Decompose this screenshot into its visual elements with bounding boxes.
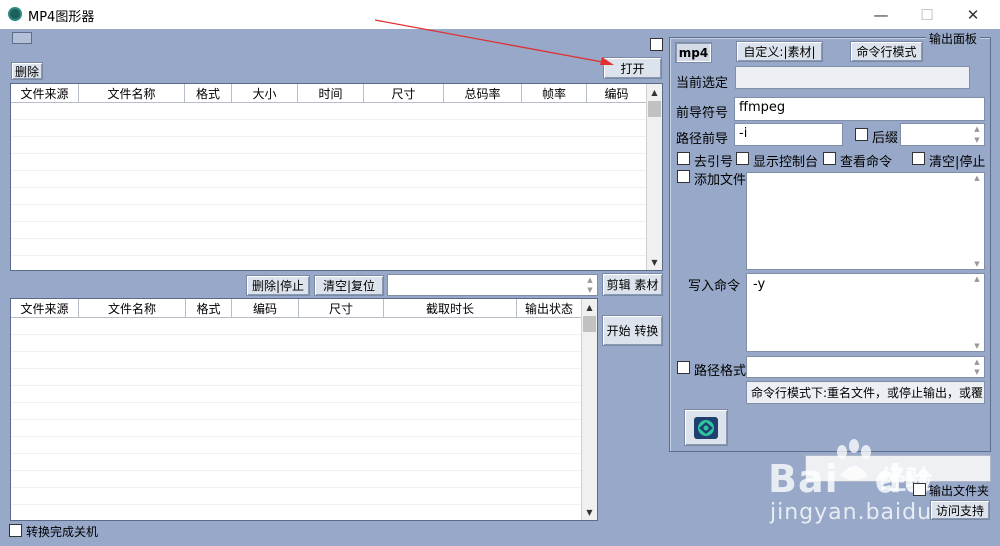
col-dimensions[interactable]: 尺寸: [364, 84, 444, 103]
film-logo-icon: [694, 416, 718, 439]
middle-input[interactable]: ▲ ▼: [387, 274, 598, 296]
add-file-label: 添加文件: [694, 173, 747, 188]
file-table[interactable]: 文件来源 文件名称 格式 大小 时间 尺寸 总码率 帧率 编码 ▲ ▼: [10, 83, 663, 271]
edit-material-button[interactable]: 剪辑 素材: [602, 273, 663, 296]
prefix-label: 前导符号: [676, 106, 729, 121]
minimize-button[interactable]: —: [858, 0, 904, 29]
col-task-name[interactable]: 文件名称: [79, 299, 186, 318]
output-folder-label: 输出文件夹: [929, 484, 990, 498]
baidu-paw-icon: [837, 439, 871, 480]
unquote-checkbox[interactable]: [677, 152, 690, 165]
col-file-name[interactable]: 文件名称: [79, 84, 185, 103]
hint-field: 命令行模式下:重名文件，或停止输出，或覆: [746, 381, 985, 404]
cmd-mode-button[interactable]: 命令行模式: [850, 41, 923, 62]
path-format-spinner[interactable]: ▲ ▼: [970, 357, 984, 377]
prefix-input[interactable]: ffmpeg: [734, 97, 985, 121]
custom-material-button[interactable]: 自定义:|素材|: [736, 41, 823, 62]
current-selection-field: [735, 66, 970, 89]
show-console-label: 显示控制台: [753, 155, 819, 170]
output-panel-title: 输出面板: [926, 30, 981, 47]
col-time[interactable]: 时间: [298, 84, 364, 103]
col-task-duration[interactable]: 截取时长: [384, 299, 517, 318]
top-checkbox[interactable]: [650, 38, 663, 51]
task-scroll-up-icon[interactable]: ▲: [582, 299, 597, 315]
window-title: MP4图形器: [28, 10, 95, 25]
status-indicator: [12, 32, 32, 44]
task-table-scrollbar[interactable]: ▲ ▼: [581, 299, 597, 520]
clear-stop-label: 清空|停止: [929, 155, 986, 170]
path-format-input[interactable]: ▲ ▼: [746, 356, 985, 378]
add-file-checkbox[interactable]: [677, 170, 690, 183]
col-bitrate[interactable]: 总码率: [444, 84, 522, 103]
maximize-button[interactable]: ☐: [904, 0, 950, 29]
delete-stop-button[interactable]: 删除|停止: [246, 275, 310, 296]
col-file-source[interactable]: 文件来源: [11, 84, 79, 103]
task-table-body[interactable]: [11, 318, 581, 520]
file-table-scrollbar[interactable]: ▲ ▼: [646, 84, 662, 270]
write-cmd-label: 写入命令: [688, 279, 741, 294]
clear-reset-button[interactable]: 清空|复位: [314, 275, 384, 296]
view-cmd-checkbox[interactable]: [823, 152, 836, 165]
shutdown-label: 转换完成关机: [26, 525, 99, 539]
output-folder-checkbox[interactable]: [913, 483, 926, 496]
scroll-thumb[interactable]: [648, 101, 661, 117]
mp4-button[interactable]: mp4: [675, 42, 712, 63]
file-table-body[interactable]: [11, 103, 646, 270]
suffix-spinner[interactable]: ▲ ▼: [970, 124, 984, 145]
col-size[interactable]: 大小: [232, 84, 298, 103]
col-codec[interactable]: 编码: [587, 84, 647, 103]
annotation-arrow-icon: [374, 19, 614, 65]
current-selection-label: 当前选定: [676, 76, 729, 91]
view-cmd-label: 查看命令: [840, 155, 893, 170]
suffix-checkbox[interactable]: [855, 128, 868, 141]
task-table[interactable]: 文件来源 文件名称 格式 编码 尺寸 截取时长 输出状态 ▲ ▼: [10, 298, 598, 521]
add-file-spinner[interactable]: ▲ ▼: [970, 173, 984, 269]
show-console-checkbox[interactable]: [736, 152, 749, 165]
write-cmd-spinner[interactable]: ▲ ▼: [970, 274, 984, 351]
path-format-label: 路径格式: [694, 364, 747, 379]
middle-input-spinner[interactable]: ▲ ▼: [583, 275, 597, 295]
col-task-codec[interactable]: 编码: [232, 299, 299, 318]
col-task-source[interactable]: 文件来源: [11, 299, 79, 318]
unquote-label: 去引号: [694, 155, 734, 170]
clear-stop-checkbox[interactable]: [912, 152, 925, 165]
path-prefix-input[interactable]: -i: [734, 123, 843, 146]
add-file-textarea[interactable]: ▲ ▼: [746, 172, 985, 270]
col-task-format[interactable]: 格式: [186, 299, 232, 318]
support-button[interactable]: 访问支持: [930, 500, 990, 520]
app-icon: [8, 7, 22, 21]
logo-button[interactable]: [684, 409, 728, 446]
task-scroll-thumb[interactable]: [583, 316, 596, 332]
delete-button[interactable]: 删除: [11, 62, 43, 80]
shutdown-checkbox[interactable]: [9, 524, 22, 537]
scroll-up-icon[interactable]: ▲: [647, 84, 662, 100]
path-prefix-label: 路径前导: [676, 132, 729, 147]
start-convert-button[interactable]: 开始 转换: [602, 315, 663, 346]
col-format[interactable]: 格式: [185, 84, 232, 103]
write-cmd-textarea[interactable]: -y ▲ ▼: [746, 273, 985, 352]
suffix-label: 后缀: [872, 131, 899, 146]
suffix-input[interactable]: ▲ ▼: [900, 123, 985, 146]
path-format-checkbox[interactable]: [677, 361, 690, 374]
scroll-down-icon[interactable]: ▼: [647, 254, 662, 270]
write-cmd-value: -y: [753, 277, 766, 292]
col-task-status[interactable]: 输出状态: [517, 299, 582, 318]
task-scroll-down-icon[interactable]: ▼: [582, 504, 597, 520]
col-framerate[interactable]: 帧率: [522, 84, 587, 103]
col-task-dimensions[interactable]: 尺寸: [299, 299, 384, 318]
close-button[interactable]: ✕: [950, 0, 996, 29]
